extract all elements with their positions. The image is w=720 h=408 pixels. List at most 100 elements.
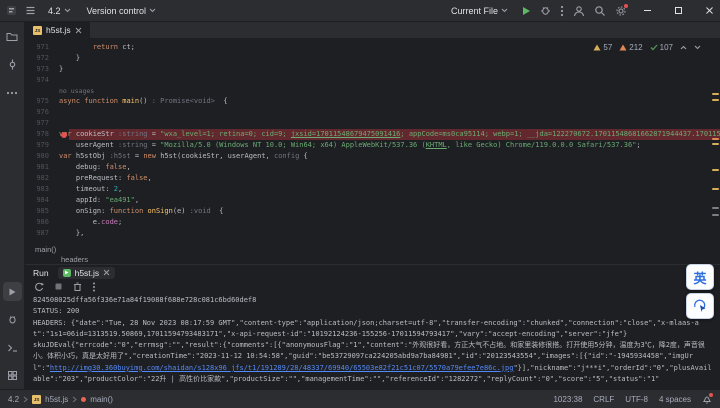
line-number-gutter[interactable]: 984: [25, 195, 59, 206]
encoding-widget[interactable]: UTF-8: [625, 395, 648, 404]
window-close-button[interactable]: [698, 0, 720, 22]
statusbar-scope[interactable]: main(): [90, 395, 113, 404]
statusbar-breadcrumb: 4.2 JS h5st.js main(): [8, 394, 113, 404]
app-logo-icon[interactable]: [6, 5, 17, 16]
text-segment: preRequest:: [59, 174, 127, 182]
settings-gear-icon[interactable]: [615, 3, 628, 17]
line-number-gutter[interactable]: 986: [25, 217, 59, 228]
line-number-gutter[interactable]: 978: [25, 129, 59, 140]
breakpoint-dot[interactable]: [61, 131, 67, 138]
run-configuration-selector[interactable]: Current File: [447, 4, 512, 18]
indent-widget[interactable]: 4 spaces: [659, 395, 691, 404]
code-line: 980 var h5stObj :h5st = new h5st(cookieSt…: [25, 151, 720, 162]
text-segment: function: [109, 207, 144, 215]
text-segment: false: [126, 174, 148, 182]
run-button[interactable]: [521, 6, 531, 16]
user-profile-icon[interactable]: [573, 5, 585, 17]
run-panel-title[interactable]: Run: [33, 268, 49, 278]
run-tab-close-icon[interactable]: [103, 269, 110, 276]
text-segment: STATUS: 200: [33, 307, 80, 316]
check-icon: [650, 44, 658, 51]
code-line: 982 preRequest: false,: [25, 173, 720, 184]
breadcrumb-headers[interactable]: headers: [25, 254, 720, 264]
titlebar: 4.2 Version control Current File: [0, 0, 720, 22]
rerun-icon[interactable]: [34, 282, 44, 292]
line-number-gutter[interactable]: 973: [25, 64, 59, 75]
weak-warnings-counter[interactable]: 57: [593, 43, 612, 52]
code-line: 981 debug: false,: [25, 162, 720, 173]
terminal-icon: [7, 343, 18, 353]
line-separator-widget[interactable]: CRLF: [593, 395, 614, 404]
main-menu-hamburger-icon[interactable]: [25, 5, 36, 16]
line-number-gutter[interactable]: [25, 86, 59, 96]
run-toolwindow-button[interactable]: [2, 282, 22, 301]
prev-problem-chevron-icon[interactable]: [680, 45, 687, 50]
line-number-gutter[interactable]: 971: [25, 42, 59, 53]
text-segment: },: [59, 229, 85, 237]
window-minimize-button[interactable]: [636, 0, 658, 22]
line-number-gutter[interactable]: 974: [25, 75, 59, 86]
notifications-bell-icon[interactable]: [702, 393, 713, 404]
code-text: appId: "ea491",: [59, 195, 720, 206]
debug-toolwindow-button[interactable]: [3, 310, 22, 329]
debug-button[interactable]: [540, 5, 551, 16]
editor-tab-h5st[interactable]: JS h5st.js: [25, 22, 91, 38]
code-text: var h5stObj :h5st = new h5st(cookieStr, …: [59, 151, 720, 162]
terminal-toolwindow-button[interactable]: [3, 338, 22, 357]
line-number-gutter[interactable]: 980: [25, 151, 59, 162]
line-number-gutter[interactable]: 985: [25, 206, 59, 217]
code-line: 984 appId: "ea491",: [25, 195, 720, 206]
settings-badge: [624, 3, 628, 8]
inspections-widget[interactable]: 57 212 107: [590, 42, 704, 53]
clear-console-icon[interactable]: [73, 282, 82, 292]
code-area: 971 return ct; 972 } 973} 974 no usages 975 as…: [25, 42, 720, 239]
console-output[interactable]: 824508025dffa56f336e71a84f19088f688e728c…: [25, 293, 720, 389]
code-text: }: [59, 53, 720, 64]
console-link[interactable]: http://img30.360buyimg.com/shaidan/s128x…: [50, 364, 514, 372]
line-number-gutter[interactable]: 977: [25, 118, 59, 129]
console-more-options-icon[interactable]: [92, 282, 96, 292]
line-number-gutter[interactable]: 983: [25, 184, 59, 195]
tab-close-icon[interactable]: [75, 27, 82, 34]
text-segment: async: [59, 97, 81, 105]
code-text: async function main() : Promise<void> {: [59, 96, 720, 107]
warnings-counter[interactable]: 212: [619, 43, 643, 52]
code-text: },: [59, 228, 720, 239]
commit-toolwindow-button[interactable]: [3, 55, 22, 74]
window-maximize-button[interactable]: [667, 0, 689, 22]
statusbar-file[interactable]: h5st.js: [45, 395, 68, 404]
stop-icon[interactable]: [54, 282, 63, 291]
line-number-gutter[interactable]: 976: [25, 107, 59, 118]
editor[interactable]: 971 return ct; 972 } 973} 974 no usages 975 as…: [25, 39, 720, 244]
resolved-counter[interactable]: 107: [650, 43, 673, 52]
text-segment: false: [105, 163, 127, 171]
vcs-widget[interactable]: Version control: [83, 4, 161, 18]
text-segment: "Mozilla/5.0 (Windows NT 10.0; Win64; x6…: [160, 141, 426, 149]
services-toolwindow-button[interactable]: [3, 366, 22, 385]
more-actions-kebab-icon[interactable]: [560, 5, 564, 17]
text-segment: (): [139, 97, 152, 105]
statusbar-project[interactable]: 4.2: [8, 395, 19, 404]
editor-scrollbar[interactable]: [710, 39, 720, 244]
line-number-gutter[interactable]: 987: [25, 228, 59, 239]
line-number-gutter[interactable]: 975: [25, 96, 59, 107]
console-line: HEADERS: {"date":"Tue, 28 Nov 2023 08:17…: [33, 318, 712, 341]
more-toolwindows-button[interactable]: [3, 83, 22, 102]
translate-drag-button[interactable]: [686, 293, 714, 319]
text-segment: ct;: [118, 43, 135, 51]
text-segment: ;: [118, 218, 123, 226]
breadcrumb-main[interactable]: main(): [25, 244, 720, 254]
next-problem-chevron-icon[interactable]: [694, 45, 701, 50]
caret-position-widget[interactable]: 1023:38: [553, 395, 582, 404]
code-text: timeout: 2,: [59, 184, 720, 195]
project-toolwindow-button[interactable]: [3, 27, 22, 46]
line-number-gutter[interactable]: 979: [25, 140, 59, 151]
run-config-tab[interactable]: h5st.js: [57, 266, 116, 279]
line-number-gutter[interactable]: 972: [25, 53, 59, 64]
line-number-gutter[interactable]: 981: [25, 162, 59, 173]
search-icon[interactable]: [594, 5, 606, 17]
project-selector[interactable]: 4.2: [44, 4, 75, 18]
translate-button[interactable]: 英: [686, 264, 714, 290]
line-number-gutter[interactable]: 982: [25, 173, 59, 184]
code-line: 986 e.code;: [25, 217, 720, 228]
